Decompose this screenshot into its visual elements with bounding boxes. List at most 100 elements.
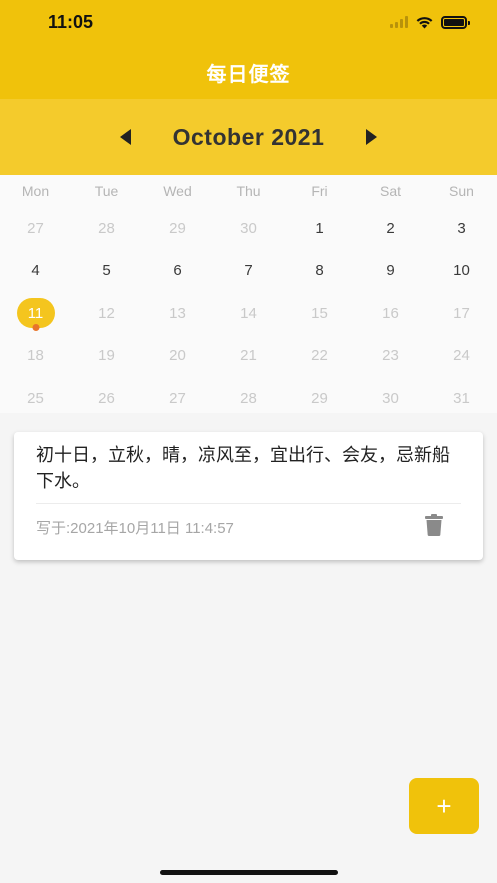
calendar-week: 11 12 13 14 15 16 17 xyxy=(0,292,497,335)
trash-icon xyxy=(425,514,443,536)
note-card[interactable]: 初十日，立秋，晴，凉风至，宜出行、会友，忌新船下水。 写于:2021年10月11… xyxy=(14,432,483,560)
cellular-signal-icon xyxy=(390,16,408,28)
calendar-day[interactable]: 4 xyxy=(0,250,71,293)
calendar-day[interactable]: 17 xyxy=(426,292,497,335)
calendar-day[interactable]: 16 xyxy=(355,292,426,335)
day-number: 28 xyxy=(98,219,115,237)
day-number: 11 xyxy=(27,304,44,322)
day-number: 1 xyxy=(315,219,324,237)
weekday-label: Wed xyxy=(163,183,192,199)
calendar-day[interactable]: 24 xyxy=(426,335,497,378)
calendar-day[interactable]: 15 xyxy=(284,292,355,335)
day-number: 8 xyxy=(315,262,324,280)
calendar-day[interactable]: 3 xyxy=(426,207,497,250)
calendar-day[interactable]: 1 xyxy=(284,207,355,250)
day-number: 6 xyxy=(173,262,182,280)
calendar-day[interactable]: 18 xyxy=(0,335,71,378)
weekday-label: Sat xyxy=(379,183,401,199)
wifi-icon xyxy=(416,16,433,28)
day-number: 13 xyxy=(169,304,186,322)
calendar-day[interactable]: 22 xyxy=(284,335,355,378)
calendar-day-selected[interactable]: 11 xyxy=(0,292,71,335)
calendar-day[interactable]: 10 xyxy=(426,250,497,293)
status-icons xyxy=(390,15,470,29)
home-indicator xyxy=(160,870,338,875)
calendar-day[interactable]: 23 xyxy=(355,335,426,378)
battery-icon xyxy=(441,15,470,29)
calendar-day[interactable]: 13 xyxy=(142,292,213,335)
calendar-day[interactable]: 30 xyxy=(213,207,284,250)
day-number: 14 xyxy=(240,304,257,322)
day-number: 10 xyxy=(453,262,470,280)
caret-right-icon xyxy=(365,129,377,145)
app-header: 11:05 每日便签 xyxy=(0,0,497,99)
day-number: 24 xyxy=(453,347,470,365)
day-number: 4 xyxy=(31,262,40,280)
calendar-day[interactable]: 27 xyxy=(142,377,213,420)
calendar-day[interactable]: 8 xyxy=(284,250,355,293)
next-month-button[interactable] xyxy=(364,128,378,146)
day-number: 16 xyxy=(382,304,399,322)
calendar-day[interactable]: 20 xyxy=(142,335,213,378)
day-number: 27 xyxy=(27,219,44,237)
day-number: 20 xyxy=(169,347,186,365)
day-number: 9 xyxy=(386,262,395,280)
month-title: October 2021 xyxy=(172,123,325,150)
calendar-day[interactable]: 31 xyxy=(426,377,497,420)
day-number: 12 xyxy=(98,304,115,322)
day-number: 29 xyxy=(169,219,186,237)
calendar-day[interactable]: 29 xyxy=(142,207,213,250)
add-note-button[interactable]: + xyxy=(409,778,479,834)
calendar-day[interactable]: 9 xyxy=(355,250,426,293)
month-navigation: October 2021 xyxy=(0,99,497,175)
day-number: 18 xyxy=(27,347,44,365)
calendar-weeks: 27 28 29 30 1 2 3 4 5 6 7 8 9 10 11 12 13 14 15 16 17 18 19 20 2… xyxy=(0,207,497,420)
calendar-day[interactable]: 25 xyxy=(0,377,71,420)
day-number: 28 xyxy=(240,389,257,407)
calendar-day[interactable]: 5 xyxy=(71,250,142,293)
day-number: 25 xyxy=(27,389,44,407)
weekday-label: Thu xyxy=(236,183,261,199)
day-number: 2 xyxy=(386,219,395,237)
note-timestamp: 写于:2021年10月11日 11:4:57 xyxy=(36,520,234,537)
calendar-day[interactable]: 27 xyxy=(0,207,71,250)
calendar-day[interactable]: 7 xyxy=(213,250,284,293)
delete-note-button[interactable] xyxy=(425,514,445,538)
day-number: 17 xyxy=(453,304,470,322)
weekday-header: Mon Tue Wed Thu Fri Sat Sun xyxy=(0,175,497,207)
calendar-day[interactable]: 12 xyxy=(71,292,142,335)
calendar-week: 18 19 20 21 22 23 24 xyxy=(0,335,497,378)
weekday-label: Fri xyxy=(311,183,328,199)
day-number: 19 xyxy=(98,347,115,365)
calendar-week: 25 26 27 28 29 30 31 xyxy=(0,377,497,420)
calendar-day[interactable]: 28 xyxy=(213,377,284,420)
day-number: 5 xyxy=(102,262,111,280)
calendar-day[interactable]: 26 xyxy=(71,377,142,420)
calendar-day[interactable]: 30 xyxy=(355,377,426,420)
weekday-label: Tue xyxy=(94,183,119,199)
calendar-day[interactable]: 2 xyxy=(355,207,426,250)
calendar-day[interactable]: 19 xyxy=(71,335,142,378)
calendar-day[interactable]: 6 xyxy=(142,250,213,293)
divider xyxy=(36,503,461,504)
weekday-label: Sun xyxy=(449,183,474,199)
day-number: 30 xyxy=(240,219,257,237)
day-number: 30 xyxy=(382,389,399,407)
event-dot xyxy=(32,324,39,332)
app-title: 每日便签 xyxy=(206,64,291,86)
previous-month-button[interactable] xyxy=(119,128,133,146)
caret-left-icon xyxy=(120,129,132,145)
calendar-grid: Mon Tue Wed Thu Fri Sat Sun 27 28 29 30 1 2 3 4… xyxy=(0,175,497,413)
day-number: 27 xyxy=(169,389,186,407)
calendar-day[interactable]: 21 xyxy=(213,335,284,378)
calendar-day[interactable]: 29 xyxy=(284,377,355,420)
day-number: 21 xyxy=(240,347,257,365)
calendar-day[interactable]: 28 xyxy=(71,207,142,250)
status-time: 11:05 xyxy=(48,12,94,32)
calendar-day[interactable]: 14 xyxy=(213,292,284,335)
day-number: 22 xyxy=(311,347,328,365)
calendar-week: 4 5 6 7 8 9 10 xyxy=(0,250,497,293)
day-number: 3 xyxy=(457,219,466,237)
day-number: 31 xyxy=(453,389,470,407)
day-number: 23 xyxy=(382,347,399,365)
